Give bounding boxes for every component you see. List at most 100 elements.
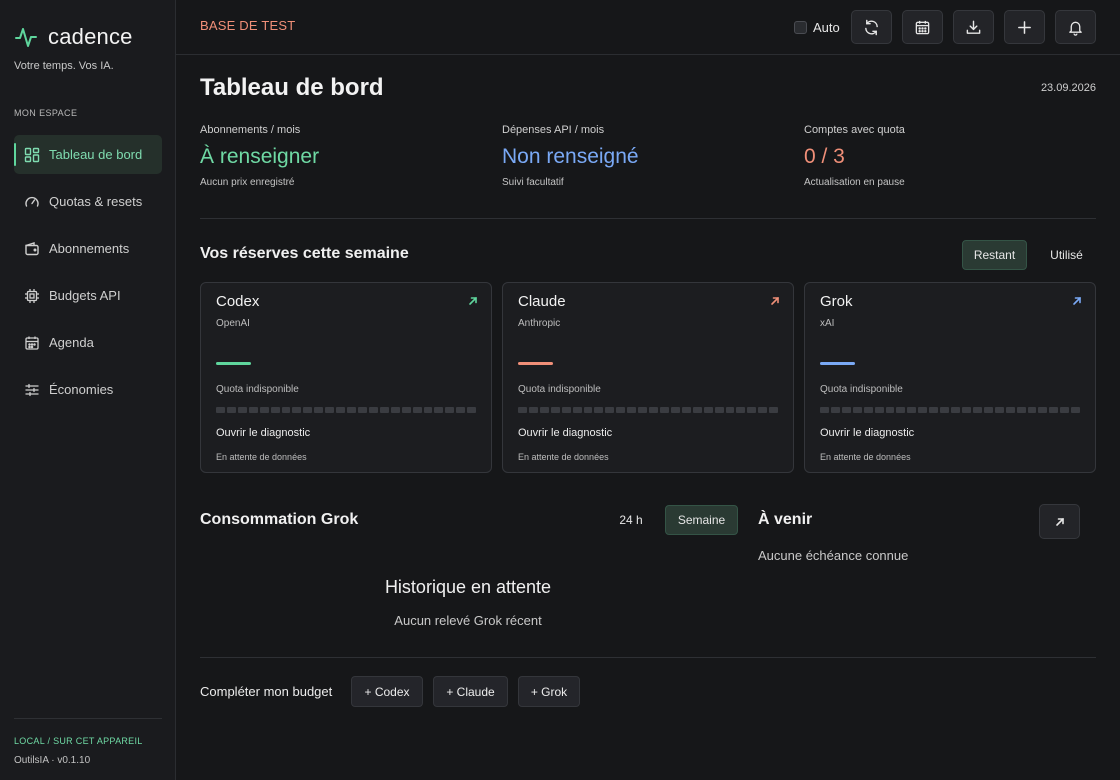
quota-segment bbox=[605, 407, 615, 413]
card-status: En attente de données bbox=[518, 452, 609, 462]
range-week-button[interactable]: Semaine bbox=[665, 505, 738, 535]
sidebar-nav: Tableau de bord Quotas & resets Abonneme… bbox=[14, 135, 162, 417]
add-claude-button[interactable]: + Claude bbox=[433, 676, 508, 707]
quota-segment bbox=[994, 407, 1004, 413]
external-arrow-icon[interactable] bbox=[769, 295, 781, 307]
card-vendor: OpenAI bbox=[216, 318, 250, 329]
toggle-remaining[interactable]: Restant bbox=[962, 240, 1027, 270]
diagnostic-link[interactable]: Ouvrir le diagnostic bbox=[820, 427, 914, 439]
range-24h-button[interactable]: 24 h bbox=[608, 505, 654, 535]
kpi-label: Dépenses API / mois bbox=[502, 124, 605, 136]
card-status: En attente de données bbox=[216, 452, 307, 462]
quota-segment bbox=[1060, 407, 1070, 413]
quota-segment bbox=[747, 407, 757, 413]
download-icon bbox=[966, 20, 981, 34]
quota-segment bbox=[972, 407, 982, 413]
kpi-sub: Suivi facultatif bbox=[502, 177, 564, 188]
quota-segment bbox=[281, 407, 291, 413]
sidebar-item-savings[interactable]: Économies bbox=[14, 370, 162, 409]
quota-segment bbox=[714, 407, 724, 413]
sidebar-item-label: Économies bbox=[49, 382, 114, 397]
quota-segment bbox=[412, 407, 422, 413]
sidebar-item-label: Agenda bbox=[49, 335, 94, 350]
auto-refresh-toggle[interactable]: Auto bbox=[794, 20, 840, 35]
external-arrow-icon[interactable] bbox=[467, 295, 479, 307]
sidebar-item-quotas[interactable]: Quotas & resets bbox=[14, 182, 162, 221]
sidebar-item-api-budgets[interactable]: Budgets API bbox=[14, 276, 162, 315]
upcoming-open-button[interactable] bbox=[1039, 504, 1080, 539]
divider bbox=[200, 657, 1096, 658]
quota-segment bbox=[769, 407, 779, 413]
sidebar-item-subscriptions[interactable]: Abonnements bbox=[14, 229, 162, 268]
card-quota-text: Quota indisponible bbox=[820, 384, 903, 395]
topbar: BASE DE TEST Auto bbox=[176, 0, 1120, 55]
quota-segment bbox=[347, 407, 356, 413]
quota-segment bbox=[852, 407, 862, 413]
quota-track bbox=[216, 407, 477, 413]
download-button[interactable] bbox=[953, 10, 994, 44]
quota-segment bbox=[725, 407, 735, 413]
budget-label: Compléter mon budget bbox=[200, 684, 333, 699]
chip-icon bbox=[25, 288, 39, 303]
toggle-used[interactable]: Utilisé bbox=[1037, 240, 1096, 270]
sidebar-item-dashboard[interactable]: Tableau de bord bbox=[14, 135, 162, 174]
quota-segment bbox=[292, 407, 302, 413]
sidebar-item-agenda[interactable]: Agenda bbox=[14, 323, 162, 362]
calendar-button[interactable] bbox=[902, 10, 943, 44]
quota-segment bbox=[929, 407, 939, 413]
card-color-bar bbox=[216, 362, 251, 365]
quota-segment bbox=[539, 407, 549, 413]
diagnostic-link[interactable]: Ouvrir le diagnostic bbox=[518, 427, 612, 439]
upcoming-empty: Aucune échéance connue bbox=[758, 548, 909, 563]
reserve-card-grok[interactable]: Grok xAI Quota indisponible Ouvrir le di… bbox=[804, 282, 1096, 473]
add-codex-button[interactable]: + Codex bbox=[351, 676, 423, 707]
quota-segment bbox=[226, 407, 236, 413]
page-title: Tableau de bord bbox=[200, 74, 384, 101]
quota-segment bbox=[1027, 407, 1037, 413]
add-button[interactable] bbox=[1004, 10, 1045, 44]
quota-segment bbox=[841, 407, 851, 413]
calendar-icon bbox=[25, 336, 39, 350]
app-version: OutilsIA · v0.1.10 bbox=[14, 755, 91, 766]
sidebar-item-label: Tableau de bord bbox=[49, 147, 143, 162]
add-grok-button[interactable]: + Grok bbox=[518, 676, 580, 707]
section-label: MON ESPACE bbox=[14, 108, 78, 118]
reserve-card-codex[interactable]: Codex OpenAI Quota indisponible Ouvrir l… bbox=[200, 282, 492, 473]
quota-segment bbox=[518, 407, 527, 413]
diagnostic-link[interactable]: Ouvrir le diagnostic bbox=[216, 427, 310, 439]
divider bbox=[200, 218, 1096, 219]
notifications-button[interactable] bbox=[1055, 10, 1096, 44]
kpi-label: Abonnements / mois bbox=[200, 124, 301, 136]
refresh-button[interactable] bbox=[851, 10, 892, 44]
card-color-bar bbox=[820, 362, 855, 365]
quota-segment bbox=[638, 407, 648, 413]
quota-segment bbox=[1071, 407, 1081, 413]
quota-segment bbox=[649, 407, 658, 413]
auto-checkbox[interactable] bbox=[794, 21, 807, 34]
quota-segment bbox=[550, 407, 560, 413]
reserves-title: Vos réserves cette semaine bbox=[200, 245, 409, 262]
external-arrow-icon[interactable] bbox=[1071, 295, 1083, 307]
card-name: Grok bbox=[820, 293, 853, 310]
quota-segment bbox=[561, 407, 571, 413]
quota-segment bbox=[885, 407, 895, 413]
kpi-api-spend: Dépenses API / mois Non renseigné Suivi … bbox=[502, 124, 792, 188]
quota-segment bbox=[467, 407, 477, 413]
reserve-card-claude[interactable]: Claude Anthropic Quota indisponible Ouvr… bbox=[502, 282, 794, 473]
quota-segment bbox=[248, 407, 258, 413]
brand-logo[interactable]: cadence bbox=[14, 24, 133, 50]
gauge-icon bbox=[25, 196, 39, 207]
wallet-icon bbox=[25, 241, 39, 255]
kpi-sub: Actualisation en pause bbox=[804, 177, 905, 188]
quota-segment bbox=[303, 407, 313, 413]
sliders-icon bbox=[25, 383, 39, 396]
quota-segment bbox=[907, 407, 917, 413]
quota-segment bbox=[830, 407, 840, 413]
quota-segment bbox=[583, 407, 593, 413]
sidebar: cadence Votre temps. Vos IA. MON ESPACE … bbox=[0, 0, 176, 780]
quota-segment bbox=[703, 407, 713, 413]
card-name: Claude bbox=[518, 293, 566, 310]
quota-segment bbox=[874, 407, 884, 413]
quota-segment bbox=[1049, 407, 1059, 413]
card-quota-text: Quota indisponible bbox=[518, 384, 601, 395]
